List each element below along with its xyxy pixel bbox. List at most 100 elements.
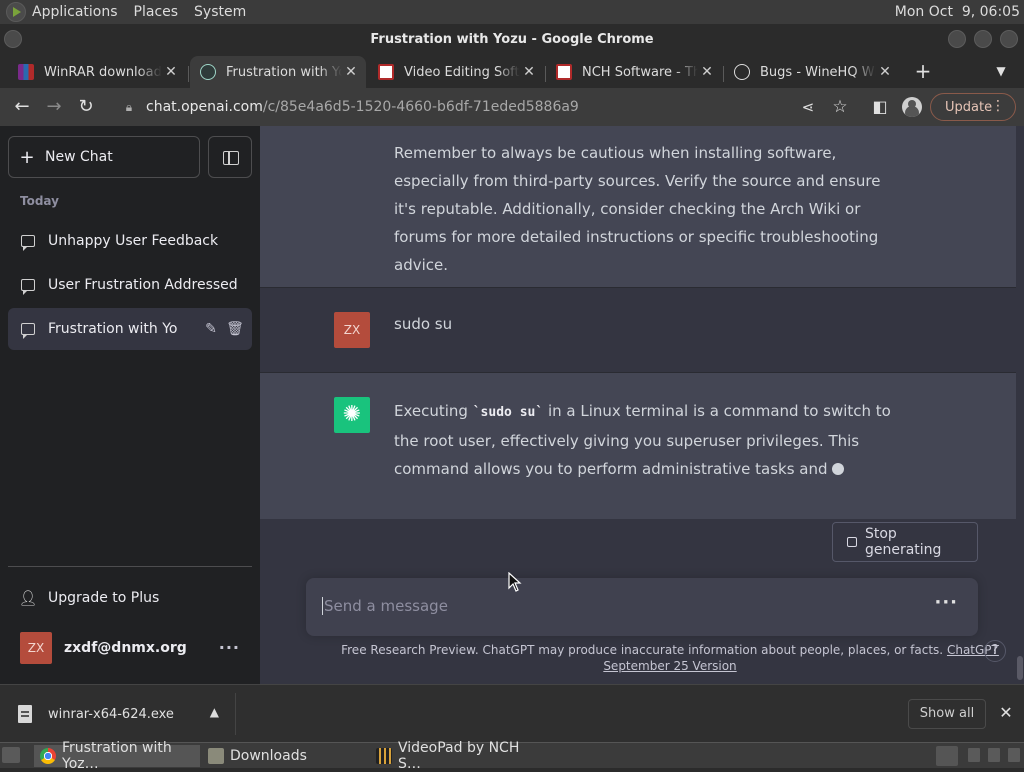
download-bar: winrar-x64-624.exe ▲ Show all ✕ <box>0 684 1024 742</box>
window-titlebar[interactable]: Frustration with Yozu - Google Chrome <box>0 24 1024 54</box>
chevron-up-icon[interactable]: ▲ <box>210 705 219 719</box>
close-tab-icon[interactable]: ✕ <box>162 64 180 80</box>
tab-winrar[interactable]: WinRAR download f ✕ <box>8 56 186 88</box>
update-label: Update <box>945 99 993 115</box>
toggle-sidebar-button[interactable] <box>208 136 252 178</box>
account-email: zxdf@dnmx.org <box>64 640 187 656</box>
assistant-message-text: Executing `sudo su` in a Linux terminal … <box>394 397 894 483</box>
update-button[interactable]: Update ⋮ <box>930 93 1016 121</box>
clock[interactable]: Mon Oct 9, 06:05 <box>895 4 1020 20</box>
tab-label: Bugs - WineHQ Wiki <box>760 64 876 80</box>
profile-avatar-icon[interactable] <box>902 97 922 117</box>
user-message-text: sudo su <box>394 315 453 333</box>
chat-sidebar: + New Chat Today Unhappy User Feedback U… <box>0 126 260 684</box>
user-avatar: ZX <box>20 632 52 664</box>
tab-strip: WinRAR download f ✕ Frustration with Yoz… <box>0 54 1024 88</box>
typing-dots-icon: ··· <box>934 592 958 613</box>
close-tab-icon[interactable]: ✕ <box>520 64 538 80</box>
side-panel-icon[interactable]: ◧ <box>868 95 892 119</box>
tab-nch-software[interactable]: NCH Software - Tha ✕ <box>546 56 722 88</box>
url-text[interactable]: chat.openai.com/c/85e4a6d5-1520-4660-b6d… <box>146 99 579 115</box>
address-bar[interactable]: 🔒︎ chat.openai.com/c/85e4a6d5-1520-4660-… <box>104 92 862 122</box>
url-host: chat.openai.com <box>146 99 263 115</box>
new-chat-button[interactable]: + New Chat <box>8 136 200 178</box>
taskbar-label: VideoPad by NCH S… <box>398 740 520 772</box>
close-download-bar-icon[interactable]: ✕ <box>996 701 1016 725</box>
tray-workspace-icon[interactable] <box>968 748 980 762</box>
taskbar-item-downloads[interactable]: Downloads <box>202 745 368 767</box>
download-filename: winrar-x64-624.exe <box>48 706 174 722</box>
assistant-message-streaming: Executing `sudo su` in a Linux terminal … <box>260 373 1016 519</box>
menu-applications[interactable]: Applications <box>32 4 118 20</box>
sidebar-chat-item[interactable]: Unhappy User Feedback <box>8 220 252 262</box>
tab-label: Frustration with Yozu <box>226 64 342 80</box>
kebab-menu-icon[interactable]: ⋮ <box>991 98 1005 114</box>
download-item[interactable]: winrar-x64-624.exe ▲ <box>10 693 236 735</box>
message-input[interactable]: Send a message ··· <box>306 578 978 636</box>
stop-label: Stop generating <box>864 526 942 558</box>
stop-square-icon <box>847 537 857 547</box>
trash-icon[interactable]: 🗑︎ <box>226 320 244 338</box>
upgrade-to-plus-button[interactable]: 👤︎ Upgrade to Plus <box>8 578 252 618</box>
tab-winehq[interactable]: Bugs - WineHQ Wiki ✕ <box>724 56 900 88</box>
new-chat-label: New Chat <box>45 149 113 165</box>
menu-system[interactable]: System <box>194 4 246 20</box>
stop-generating-button[interactable]: Stop generating <box>832 522 978 562</box>
close-tab-icon[interactable]: ✕ <box>342 64 360 80</box>
file-icon <box>18 705 32 723</box>
user-message: ZX sudo su <box>260 288 1016 372</box>
applications-logo-icon[interactable] <box>6 2 26 22</box>
chat-main-area: Remember to always be cautious when inst… <box>260 126 1024 684</box>
message-input-placeholder[interactable]: Send a message <box>322 597 448 615</box>
taskbar-item-chrome[interactable]: Frustration with Yoz… <box>34 740 200 772</box>
tab-search-chevron-icon[interactable]: ▼ <box>990 60 1012 82</box>
tab-label: Video Editing Softw <box>404 64 520 80</box>
more-options-icon[interactable]: ··· <box>219 638 240 657</box>
nch-icon <box>556 64 572 80</box>
taskbar-label: Downloads <box>230 748 307 764</box>
disclaimer-text: Free Research Preview. ChatGPT may produ… <box>320 642 1020 674</box>
account-menu[interactable]: ZX zxdf@dnmx.org ··· <box>8 626 252 670</box>
tab-label: NCH Software - Tha <box>582 64 698 80</box>
bookmark-star-icon[interactable]: ☆ <box>828 95 852 119</box>
lock-icon[interactable]: 🔒︎ <box>118 100 140 115</box>
chat-bubble-icon <box>21 279 35 295</box>
browser-toolbar: ← → ↻ 🔒︎ chat.openai.com/c/85e4a6d5-1520… <box>0 88 1024 126</box>
tab-video-editing[interactable]: Video Editing Softw ✕ <box>368 56 544 88</box>
menu-places[interactable]: Places <box>134 4 179 20</box>
assistant-message: Remember to always be cautious when inst… <box>260 126 1016 287</box>
taskbar-item-videopad[interactable]: VideoPad by NCH S… <box>370 740 536 772</box>
folder-icon <box>208 748 224 764</box>
sidebar-chat-item[interactable]: User Frustration Addressed <box>8 264 252 306</box>
reload-icon[interactable]: ↻ <box>74 95 98 119</box>
chat-title: Unhappy User Feedback <box>48 233 219 249</box>
sidebar-chat-item-active[interactable]: Frustration with Yozu ✎ 🗑︎ <box>8 308 252 350</box>
person-icon: 👤︎ <box>18 589 38 607</box>
plus-icon: + <box>19 146 35 168</box>
nch-icon <box>378 64 394 80</box>
tray-chrome-icon[interactable] <box>936 746 958 766</box>
maximize-button[interactable] <box>974 30 992 48</box>
share-icon[interactable]: ⋖ <box>796 95 820 119</box>
user-avatar: ZX <box>334 312 370 348</box>
chat-bubble-icon <box>21 235 35 251</box>
new-tab-plus-icon[interactable]: + <box>912 60 934 82</box>
tray-workspace-icon[interactable] <box>988 748 1000 762</box>
tab-chatgpt[interactable]: Frustration with Yozu ✕ <box>190 56 366 88</box>
close-window-button[interactable] <box>1000 30 1018 48</box>
forward-arrow-icon[interactable]: → <box>42 95 66 119</box>
chrome-icon <box>40 748 56 764</box>
close-tab-icon[interactable]: ✕ <box>876 64 894 80</box>
scrollbar-thumb[interactable] <box>1017 656 1023 680</box>
edit-pencil-icon[interactable]: ✎ <box>202 320 220 338</box>
inline-code: `sudo su` <box>472 405 544 420</box>
close-tab-icon[interactable]: ✕ <box>698 64 716 80</box>
back-arrow-icon[interactable]: ← <box>10 95 34 119</box>
help-button[interactable]: ? <box>984 640 1006 662</box>
tray-workspace-icon[interactable] <box>1008 748 1020 762</box>
window-title: Frustration with Yozu - Google Chrome <box>370 32 654 47</box>
chat-scrollbar[interactable] <box>1016 126 1024 684</box>
show-all-button[interactable]: Show all <box>908 699 986 729</box>
show-desktop-icon[interactable] <box>2 747 20 763</box>
minimize-button[interactable] <box>948 30 966 48</box>
